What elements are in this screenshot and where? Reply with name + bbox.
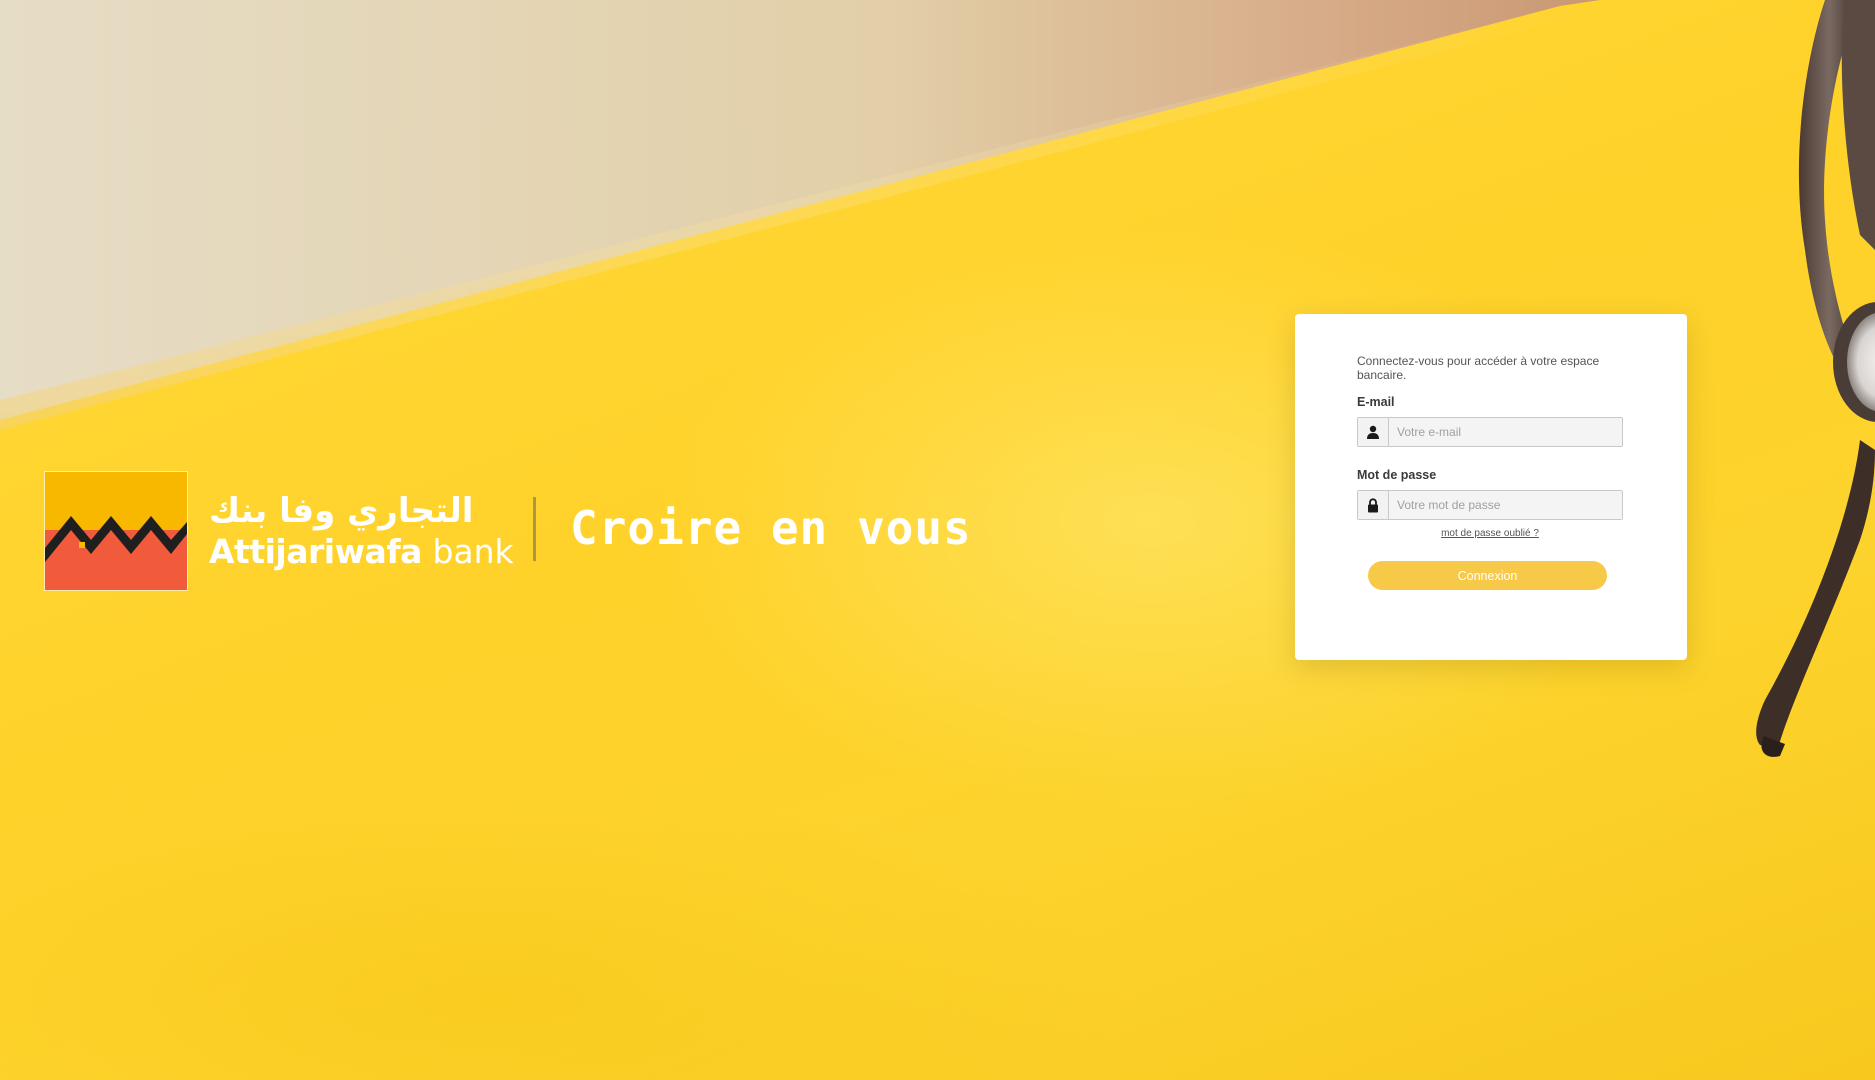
- email-label: E-mail: [1357, 395, 1395, 409]
- login-intro-text: Connectez-vous pour accéder à votre espa…: [1357, 354, 1600, 382]
- password-input-group: [1357, 490, 1623, 520]
- password-input[interactable]: [1389, 491, 1622, 519]
- email-input[interactable]: [1389, 418, 1622, 446]
- login-card: Connectez-vous pour accéder à votre espa…: [1295, 314, 1687, 660]
- connexion-button[interactable]: Connexion: [1368, 561, 1607, 590]
- lock-icon: [1358, 491, 1389, 519]
- brand-divider: [533, 497, 536, 561]
- login-page: التجاري وفا بنك Attijariwafa bank Croire…: [0, 0, 1875, 1080]
- brand-arabic-name: التجاري وفا بنك: [209, 491, 474, 531]
- forgot-password-link[interactable]: mot de passe oublié ?: [1357, 528, 1623, 539]
- brand-name-light: bank: [421, 532, 514, 571]
- brand-latin-name: Attijariwafa bank: [209, 533, 514, 571]
- brand-name-bold: Attijariwafa: [209, 532, 422, 571]
- brand-block: التجاري وفا بنك Attijariwafa bank: [45, 472, 514, 590]
- login-form: Connectez-vous pour accéder à votre espa…: [1357, 354, 1623, 590]
- slogan: Croire en vous: [570, 501, 972, 555]
- brand-wordmark: التجاري وفا بنك Attijariwafa bank: [209, 472, 514, 590]
- password-label: Mot de passe: [1357, 468, 1437, 482]
- headset-image: [1756, 0, 1875, 757]
- email-input-group: [1357, 417, 1623, 447]
- attijariwafa-logo-icon: [45, 472, 187, 590]
- user-icon: [1358, 418, 1389, 446]
